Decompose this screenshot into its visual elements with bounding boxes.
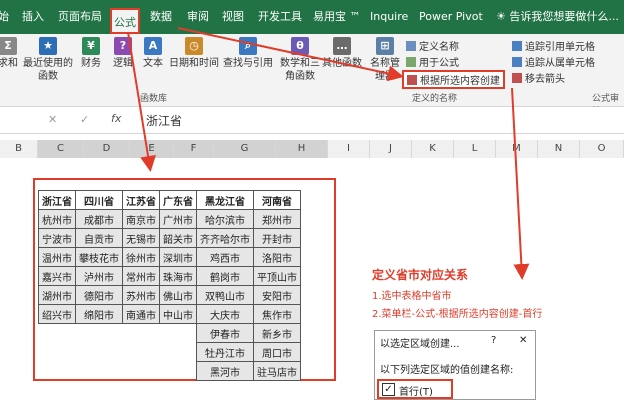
arrow-to-notes [511,87,530,280]
annotation-arrows [127,27,530,280]
arrow-to-table [127,31,156,172]
arrow-to-create-button [177,27,404,82]
